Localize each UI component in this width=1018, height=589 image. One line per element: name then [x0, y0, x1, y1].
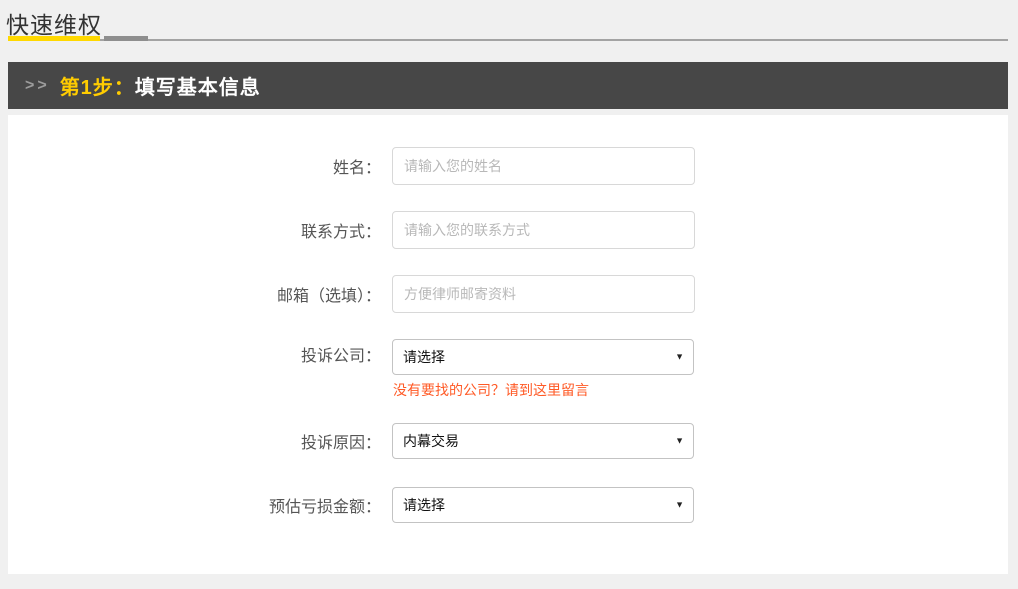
contact-input[interactable] [392, 211, 695, 249]
name-field [392, 147, 695, 185]
estimated-loss-selected-value: 请选择 [403, 495, 445, 515]
email-field [392, 275, 695, 313]
email-label: 邮箱（选填）： [8, 282, 392, 306]
complaint-reason-select[interactable]: 内幕交易 ▼ [392, 423, 694, 459]
form-row-contact: 联系方式： [8, 211, 1008, 249]
step-number: 第1步 [60, 71, 114, 100]
form-panel: 姓名： 联系方式： 邮箱（选填）： 投诉公司： 请选择 ▼ [8, 115, 1008, 574]
dropdown-arrow-icon: ▼ [675, 353, 684, 362]
loss-field: 请选择 ▼ [392, 487, 694, 523]
title-underline-secondary [104, 36, 148, 41]
contact-label: 联系方式： [8, 218, 392, 242]
reason-label: 投诉原因： [8, 429, 392, 453]
company-label: 投诉公司： [8, 339, 392, 375]
form-row-name: 姓名： [8, 147, 1008, 185]
company-feedback-link[interactable]: 没有要找的公司？请到这里留言 [393, 380, 589, 400]
name-label: 姓名： [8, 154, 392, 178]
form-row-email: 邮箱（选填）： [8, 275, 1008, 313]
contact-field [392, 211, 695, 249]
complaint-reason-selected-value: 内幕交易 [403, 431, 459, 451]
basic-info-form: 姓名： 联系方式： 邮箱（选填）： 投诉公司： 请选择 ▼ [8, 147, 1008, 523]
complaint-company-selected-value: 请选择 [403, 347, 445, 367]
complaint-company-select[interactable]: 请选择 ▼ [392, 339, 694, 375]
email-input[interactable] [392, 275, 695, 313]
form-row-company: 投诉公司： 请选择 ▼ 没有要找的公司？请到这里留言 [8, 339, 1008, 400]
dropdown-arrow-icon: ▼ [675, 501, 684, 510]
reason-field: 内幕交易 ▼ [392, 423, 694, 459]
loss-label: 预估亏损金额： [8, 493, 392, 517]
step-title: 填写基本信息 [135, 71, 261, 100]
step-bar: >> 第1步 ： 填写基本信息 [8, 62, 1008, 109]
name-input[interactable] [392, 147, 695, 185]
step-chevrons-icon: >> [25, 77, 50, 95]
estimated-loss-select[interactable]: 请选择 ▼ [392, 487, 694, 523]
form-row-loss: 预估亏损金额： 请选择 ▼ [8, 487, 1008, 523]
step-separator: ： [114, 71, 135, 100]
title-underline-accent [8, 36, 100, 41]
form-row-reason: 投诉原因： 内幕交易 ▼ [8, 423, 1008, 459]
company-field: 请选择 ▼ 没有要找的公司？请到这里留言 [392, 339, 694, 400]
title-underline [8, 39, 1008, 41]
dropdown-arrow-icon: ▼ [675, 437, 684, 446]
page-title: 快速维权 [6, 6, 102, 40]
